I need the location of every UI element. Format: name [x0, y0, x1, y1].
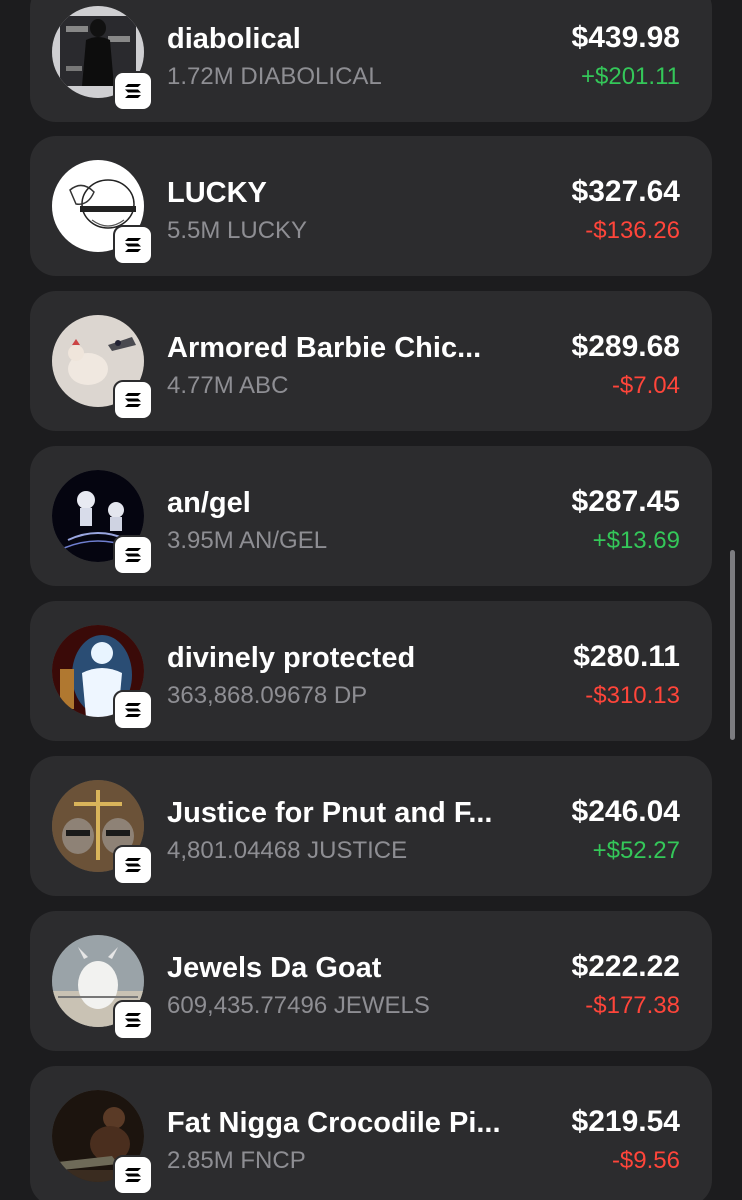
solana-icon	[113, 1000, 153, 1040]
token-name: diabolical	[167, 23, 301, 55]
token-row[interactable]: Jewels Da Goat 609,435.77496 JEWELS $222…	[30, 911, 712, 1051]
solana-icon	[113, 535, 153, 575]
token-change: -$9.56	[611, 1147, 680, 1174]
token-amount: 5.5M LUCKY	[167, 217, 308, 244]
scrollbar[interactable]	[730, 550, 735, 740]
token-change: +$13.69	[592, 527, 680, 554]
token-row[interactable]: Fat Nigga Crocodile Pi... 2.85M FNCP $21…	[30, 1066, 712, 1200]
token-change: +$201.11	[581, 63, 680, 90]
token-name: LUCKY	[167, 177, 267, 209]
token-value: $280.11	[573, 640, 680, 673]
token-amount: 609,435.77496 JEWELS	[167, 992, 430, 1019]
token-name: Jewels Da Goat	[167, 952, 382, 984]
token-row[interactable]: divinely protected 363,868.09678 DP $280…	[30, 601, 712, 741]
token-row[interactable]: Armored Barbie Chic... 4.77M ABC $289.68…	[30, 291, 712, 431]
token-name: an/gel	[167, 487, 251, 519]
solana-icon	[113, 380, 153, 420]
token-change: +$52.27	[592, 837, 680, 864]
solana-icon	[113, 690, 153, 730]
token-row[interactable]: an/gel 3.95M AN/GEL $287.45 +$13.69	[30, 446, 712, 586]
token-change: -$7.04	[611, 372, 680, 399]
token-amount: 1.72M DIABOLICAL	[167, 63, 382, 90]
token-amount: 363,868.09678 DP	[167, 682, 368, 709]
token-amount: 2.85M FNCP	[167, 1147, 306, 1174]
token-value: $222.22	[571, 950, 680, 983]
token-value: $439.98	[571, 21, 680, 54]
token-value: $287.45	[571, 485, 680, 518]
token-change: -$177.38	[585, 992, 680, 1019]
solana-icon	[113, 225, 153, 265]
solana-icon	[113, 845, 153, 885]
token-list: diabolical 1.72M DIABOLICAL $439.98 +$20…	[0, 0, 742, 1200]
token-name: Armored Barbie Chic...	[167, 332, 482, 364]
token-change: -$136.26	[585, 217, 680, 244]
solana-icon	[113, 1155, 153, 1195]
token-amount: 4,801.04468 JUSTICE	[167, 837, 408, 864]
token-row[interactable]: LUCKY 5.5M LUCKY $327.64 -$136.26	[30, 136, 712, 276]
token-value: $327.64	[571, 175, 680, 208]
token-value: $219.54	[571, 1105, 680, 1138]
token-amount: 4.77M ABC	[167, 372, 289, 399]
token-value: $289.68	[571, 330, 680, 363]
token-name: Fat Nigga Crocodile Pi...	[167, 1107, 501, 1139]
token-amount: 3.95M AN/GEL	[167, 527, 328, 554]
token-change: -$310.13	[585, 682, 680, 709]
solana-icon	[113, 71, 153, 111]
token-value: $246.04	[571, 795, 680, 828]
token-name: divinely protected	[167, 642, 416, 674]
token-row[interactable]: diabolical 1.72M DIABOLICAL $439.98 +$20…	[30, 0, 712, 122]
token-name: Justice for Pnut and F...	[167, 797, 493, 829]
token-row[interactable]: Justice for Pnut and F... 4,801.04468 JU…	[30, 756, 712, 896]
